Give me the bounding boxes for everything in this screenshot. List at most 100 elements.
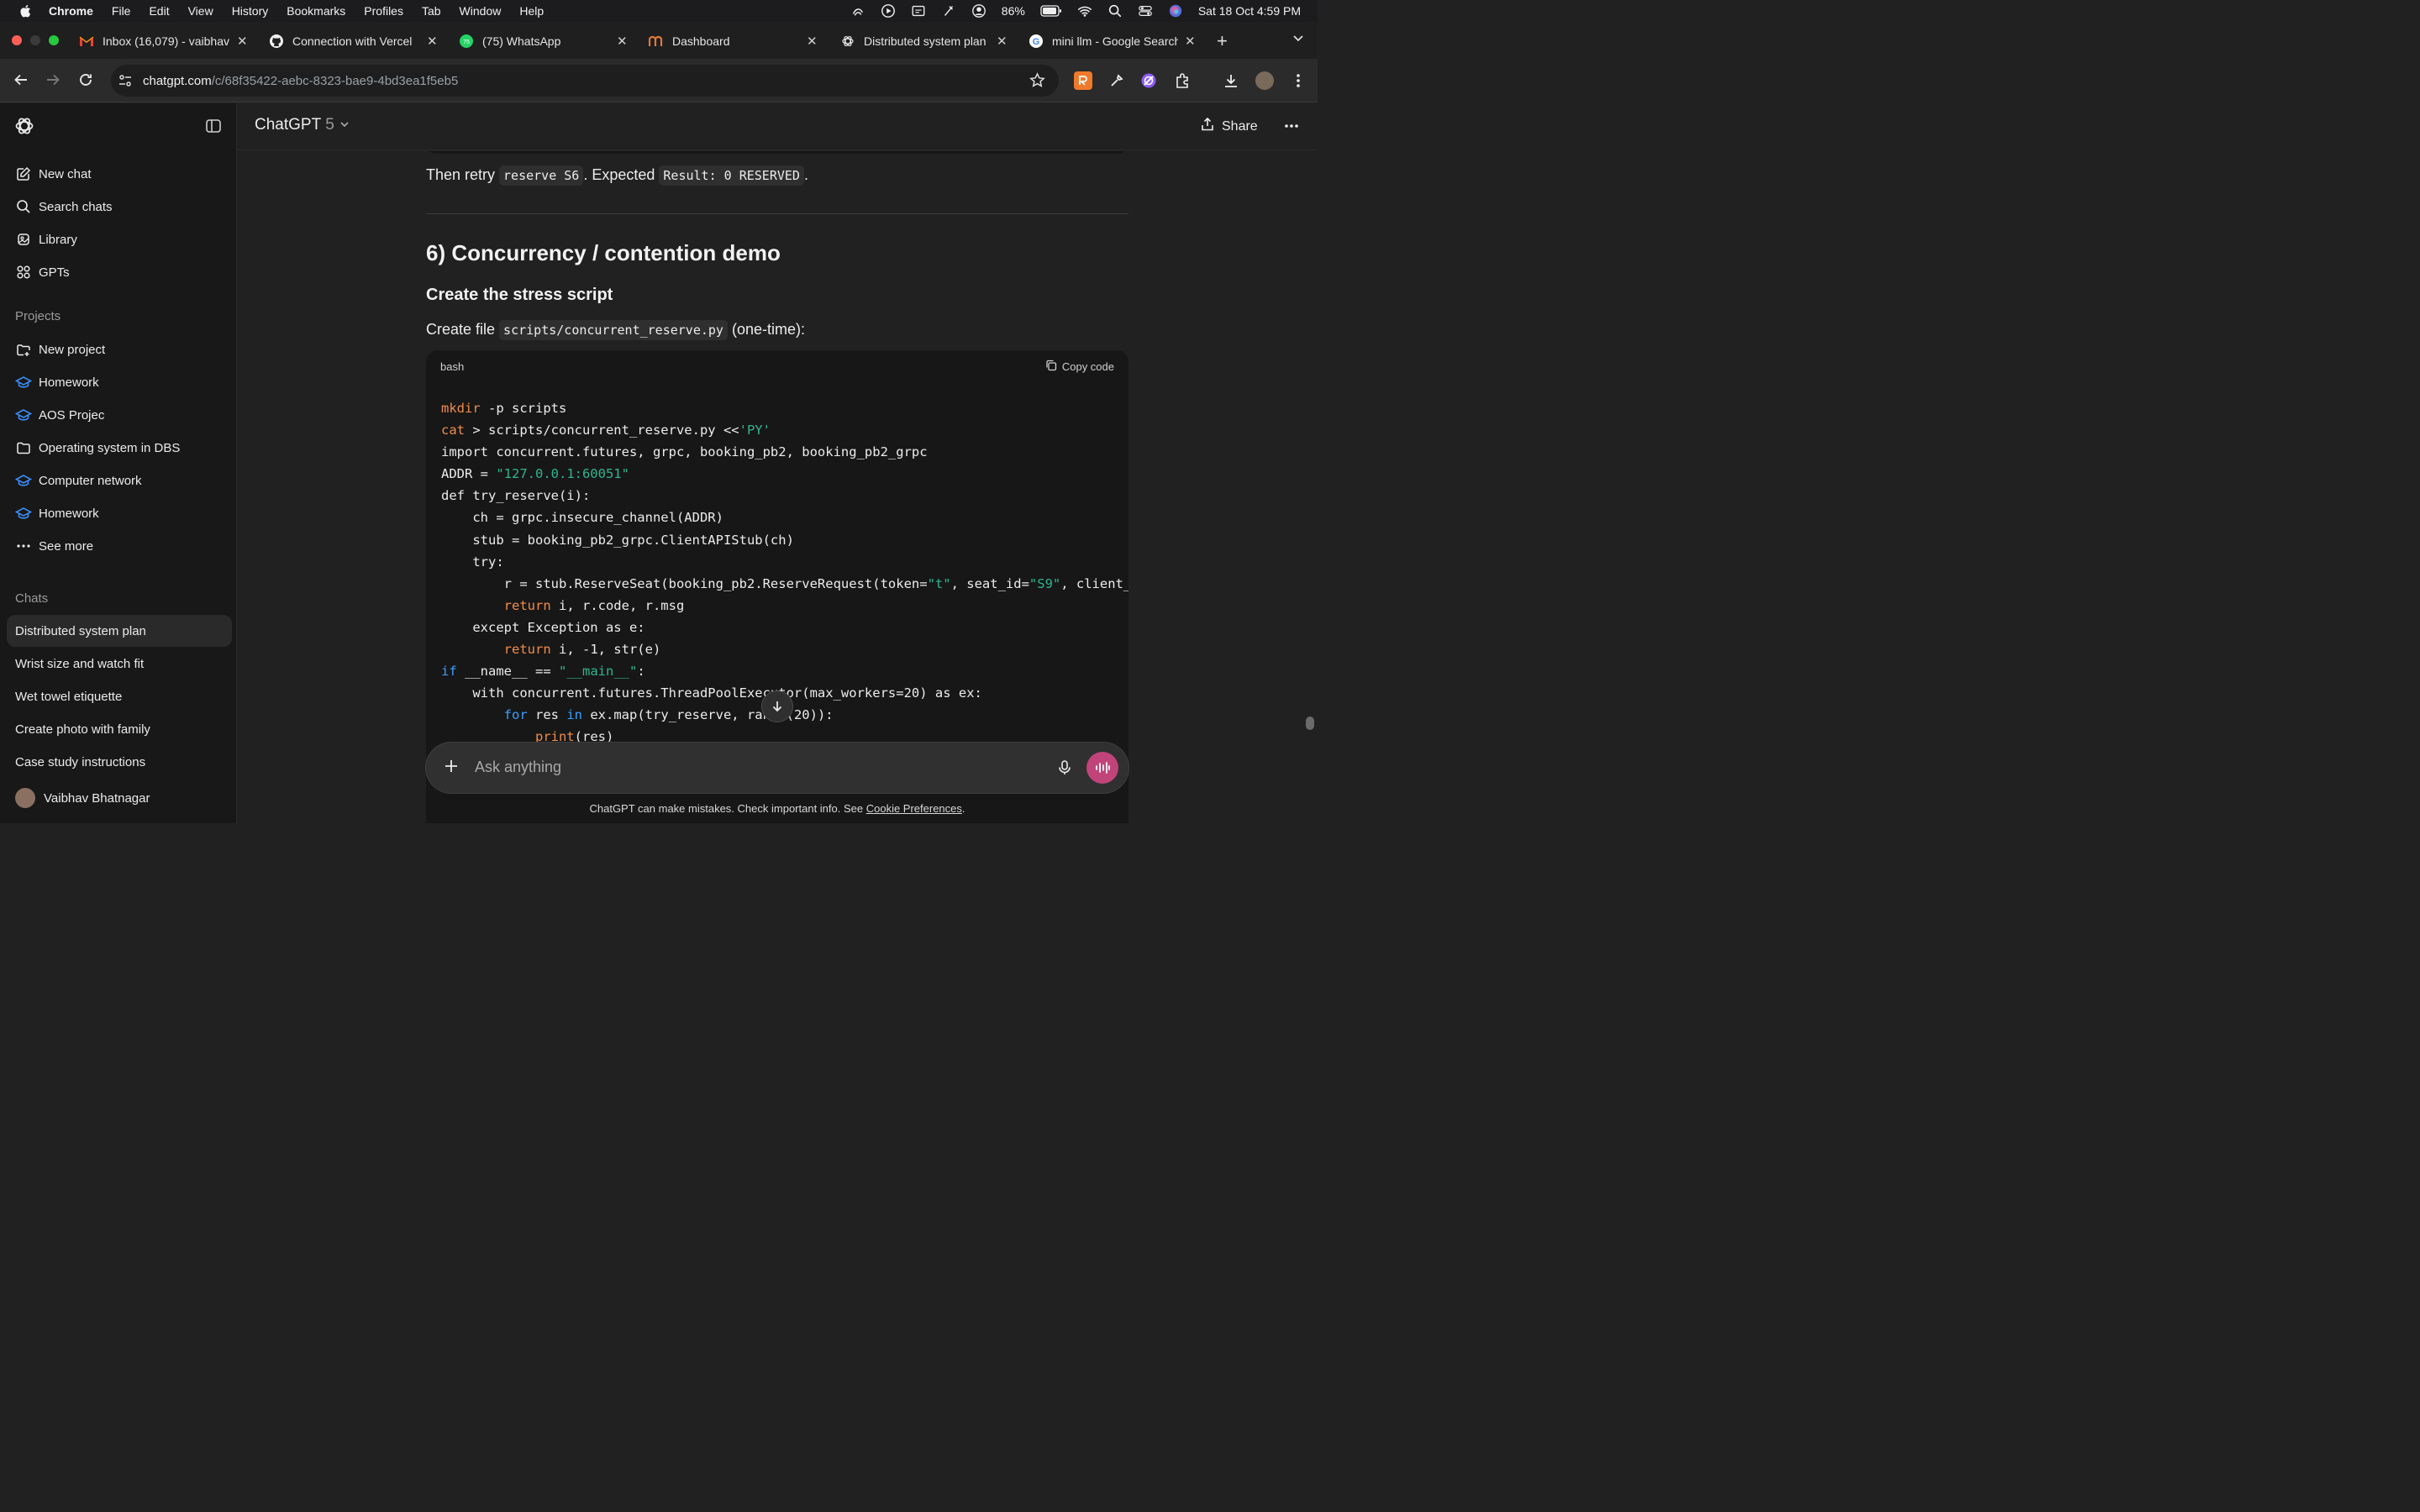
- extension-r-icon[interactable]: [1074, 71, 1092, 90]
- close-tab-icon[interactable]: ✕: [1185, 34, 1196, 49]
- battery-icon[interactable]: [1040, 3, 1062, 18]
- sidebar-search-chats[interactable]: Search chats: [7, 191, 232, 223]
- sidebar-library[interactable]: Library: [7, 223, 232, 255]
- site-info-icon[interactable]: [118, 73, 133, 92]
- url-text[interactable]: chatgpt.com/c/68f35422-aebc-8323-bae9-4b…: [143, 74, 458, 88]
- status-app-icon[interactable]: [850, 3, 865, 18]
- chevron-down-icon: [339, 116, 350, 134]
- share-button[interactable]: Share: [1200, 117, 1258, 136]
- sidebar-project-computer-network[interactable]: Computer network: [7, 465, 232, 496]
- github-icon: [269, 34, 284, 49]
- address-bar[interactable]: chatgpt.com/c/68f35422-aebc-8323-bae9-4b…: [111, 65, 1059, 97]
- tab-dashboard[interactable]: Dashboard ✕: [649, 29, 822, 54]
- chat-item-wet-towel[interactable]: Wet towel etiquette: [7, 680, 232, 712]
- scrollbar[interactable]: [1306, 717, 1314, 730]
- window-minimize-button[interactable]: [30, 35, 40, 45]
- close-tab-icon[interactable]: ✕: [617, 34, 628, 49]
- menu-help[interactable]: Help: [519, 4, 544, 18]
- chat-item-wrist-size[interactable]: Wrist size and watch fit: [7, 648, 232, 680]
- sidebar-new-project[interactable]: New project: [7, 333, 232, 365]
- copy-code-button[interactable]: Copy code: [1045, 360, 1114, 374]
- sidebar-project-homework-2[interactable]: Homework: [7, 497, 232, 529]
- chat-item-create-photo[interactable]: Create photo with family: [7, 713, 232, 745]
- conversation-area: Then retry reserve S6. Expected Result: …: [238, 151, 1318, 823]
- svg-text:G: G: [1033, 37, 1040, 47]
- battery-percent: 86%: [1001, 4, 1025, 18]
- user-profile[interactable]: Vaibhav Bhatnagar: [15, 788, 150, 808]
- chat-item-case-study[interactable]: Case study instructions: [7, 746, 232, 778]
- sidebar-item-label: See more: [39, 538, 94, 554]
- tab-github[interactable]: Connection with Vercel ✕: [269, 29, 442, 54]
- browser-menu-icon[interactable]: [1289, 71, 1307, 90]
- menu-edit[interactable]: Edit: [149, 4, 169, 18]
- chat-item-distributed-system-plan[interactable]: Distributed system plan: [7, 615, 232, 647]
- microphone-icon[interactable]: [1056, 759, 1073, 780]
- scroll-to-bottom-button[interactable]: [761, 690, 793, 722]
- section-heading: 6) Concurrency / contention demo: [426, 240, 781, 265]
- model-selector[interactable]: ChatGPT 5: [255, 116, 350, 134]
- sidebar-item-label: Homework: [39, 375, 99, 390]
- cookie-preferences-link[interactable]: Cookie Preferences: [866, 802, 962, 815]
- gpts-icon: [15, 264, 32, 281]
- bookmark-star-icon[interactable]: [1029, 72, 1045, 92]
- sidebar-gpts[interactable]: GPTs: [7, 256, 232, 288]
- window-close-button[interactable]: [12, 35, 22, 45]
- tab-title: Distributed system plan: [864, 34, 986, 48]
- back-arrow-icon[interactable]: [12, 71, 30, 89]
- tab-title: (75) WhatsApp: [482, 34, 561, 48]
- reload-icon[interactable]: [76, 71, 95, 89]
- extensions-puzzle-icon[interactable]: [1173, 71, 1192, 90]
- color-picker-icon[interactable]: [1107, 71, 1126, 90]
- wifi-icon[interactable]: [1077, 3, 1092, 18]
- chatgpt-logo-icon[interactable]: [14, 116, 34, 140]
- forward-arrow-icon[interactable]: [44, 71, 62, 89]
- sidebar-project-os-dbs[interactable]: Operating system in DBS: [7, 432, 232, 464]
- composer-input[interactable]: Ask anything: [475, 759, 561, 776]
- menu-tab[interactable]: Tab: [422, 4, 441, 18]
- sidebar-item-label: New project: [39, 342, 106, 357]
- menubar-datetime[interactable]: Sat 18 Oct 4:59 PM: [1198, 4, 1301, 18]
- menu-window[interactable]: Window: [460, 4, 502, 18]
- extension-blocker-icon[interactable]: [1139, 71, 1158, 90]
- more-options-icon[interactable]: [1284, 118, 1299, 133]
- sidebar-see-more[interactable]: See more: [7, 530, 232, 562]
- sidebar-item-label: Operating system in DBS: [39, 440, 181, 455]
- voice-mode-button[interactable]: [1086, 752, 1118, 784]
- tab-google-search[interactable]: G mini llm - Google Search ✕: [1028, 29, 1202, 54]
- disclaimer: ChatGPT can make mistakes. Check importa…: [426, 802, 1128, 815]
- close-tab-icon[interactable]: ✕: [997, 34, 1007, 49]
- play-icon[interactable]: [881, 3, 896, 18]
- menu-app-name[interactable]: Chrome: [49, 4, 93, 18]
- close-tab-icon[interactable]: ✕: [807, 34, 818, 49]
- apple-icon[interactable]: [18, 3, 34, 18]
- sidebar-project-homework[interactable]: Homework: [7, 366, 232, 398]
- spotlight-search-icon[interactable]: [1107, 3, 1123, 18]
- menu-file[interactable]: File: [112, 4, 131, 18]
- tab-gmail[interactable]: Inbox (16,079) - vaibhav ✕: [79, 29, 252, 54]
- plus-icon[interactable]: [443, 758, 460, 779]
- screen-icon[interactable]: [911, 3, 926, 18]
- sidebar-item-label: Library: [39, 232, 77, 247]
- window-zoom-button[interactable]: [49, 35, 59, 45]
- user-circle-icon[interactable]: [971, 3, 986, 18]
- menu-profiles[interactable]: Profiles: [364, 4, 403, 18]
- profile-avatar-icon[interactable]: [1255, 71, 1274, 90]
- menu-view[interactable]: View: [188, 4, 213, 18]
- sidebar-toggle-icon[interactable]: [205, 118, 222, 139]
- control-center-icon[interactable]: [1138, 3, 1153, 18]
- menu-bookmarks[interactable]: Bookmarks: [287, 4, 345, 18]
- chevron-down-icon[interactable]: [1292, 32, 1304, 48]
- new-tab-button[interactable]: +: [1217, 30, 1228, 52]
- close-tab-icon[interactable]: ✕: [237, 34, 248, 49]
- menu-history[interactable]: History: [232, 4, 269, 18]
- message-composer[interactable]: Ask anything: [426, 743, 1128, 793]
- tab-whatsapp[interactable]: 75 (75) WhatsApp ✕: [459, 29, 632, 54]
- sidebar-project-aos[interactable]: AOS Projec: [7, 399, 232, 431]
- sidebar-new-chat[interactable]: New chat: [7, 158, 232, 190]
- share-label: Share: [1222, 118, 1258, 134]
- tab-chatgpt-active[interactable]: Distributed system plan ✕: [840, 29, 1013, 54]
- siri-icon[interactable]: [1168, 3, 1183, 18]
- slash-tool-icon[interactable]: [941, 3, 956, 18]
- close-tab-icon[interactable]: ✕: [427, 34, 438, 49]
- download-icon[interactable]: [1222, 71, 1240, 90]
